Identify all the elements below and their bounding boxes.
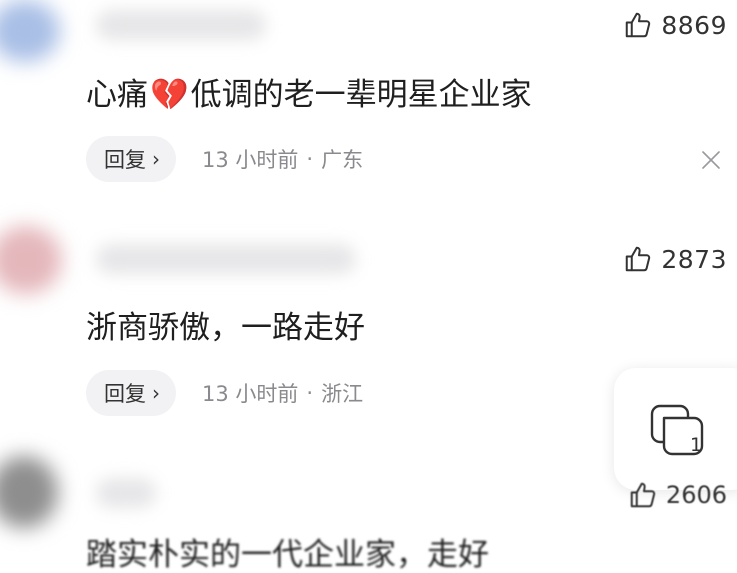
chevron-right-icon: › <box>152 381 160 405</box>
floating-replies-button[interactable]: 1 <box>614 368 737 490</box>
comment-meta: 回复 › 13 小时前 · 广东 <box>86 136 363 182</box>
like-button[interactable]: 2873 <box>623 244 727 274</box>
broken-heart-emoji: 💔 <box>150 77 189 113</box>
like-count: 2873 <box>661 244 727 274</box>
avatar[interactable] <box>0 0 60 62</box>
comment-text: 浙商骄傲，一路走好 <box>86 310 365 346</box>
comment-time: 13 小时前 <box>202 382 299 406</box>
username-blurred[interactable] <box>96 478 156 508</box>
username-blurred[interactable] <box>96 10 266 40</box>
reply-label: 回复 <box>104 148 146 172</box>
like-button[interactable]: 8869 <box>623 10 727 40</box>
reply-count: 1 <box>690 434 703 456</box>
like-button[interactable]: 2606 <box>628 480 727 510</box>
comment-text: 心痛💔低调的老一辈明星企业家 <box>86 77 532 113</box>
reply-button[interactable]: 回复 › <box>86 370 176 416</box>
separator-dot: · <box>306 147 314 171</box>
username-blurred[interactable] <box>96 244 356 274</box>
reply-button[interactable]: 回复 › <box>86 136 176 182</box>
comment-location: 浙江 <box>321 382 364 406</box>
time-location: 13 小时前 · 浙江 <box>202 378 363 408</box>
thumbs-up-icon <box>626 12 651 38</box>
comment-location: 广东 <box>321 148 364 172</box>
avatar[interactable] <box>0 226 62 294</box>
like-count: 2606 <box>665 481 727 509</box>
time-location: 13 小时前 · 广东 <box>202 144 363 174</box>
comment-meta: 回复 › 13 小时前 · 浙江 <box>86 370 363 416</box>
comment-time: 13 小时前 <box>202 148 299 172</box>
close-icon[interactable] <box>700 149 722 171</box>
thumbs-up-icon <box>630 482 656 508</box>
reply-label: 回复 <box>104 382 146 406</box>
comment-text: 踏实朴实的一代企业家，走好 <box>86 537 489 573</box>
thumbs-up-icon <box>626 246 651 272</box>
chevron-right-icon: › <box>152 147 160 171</box>
separator-dot: · <box>306 381 314 405</box>
avatar[interactable] <box>0 456 58 528</box>
like-count: 8869 <box>661 10 727 40</box>
